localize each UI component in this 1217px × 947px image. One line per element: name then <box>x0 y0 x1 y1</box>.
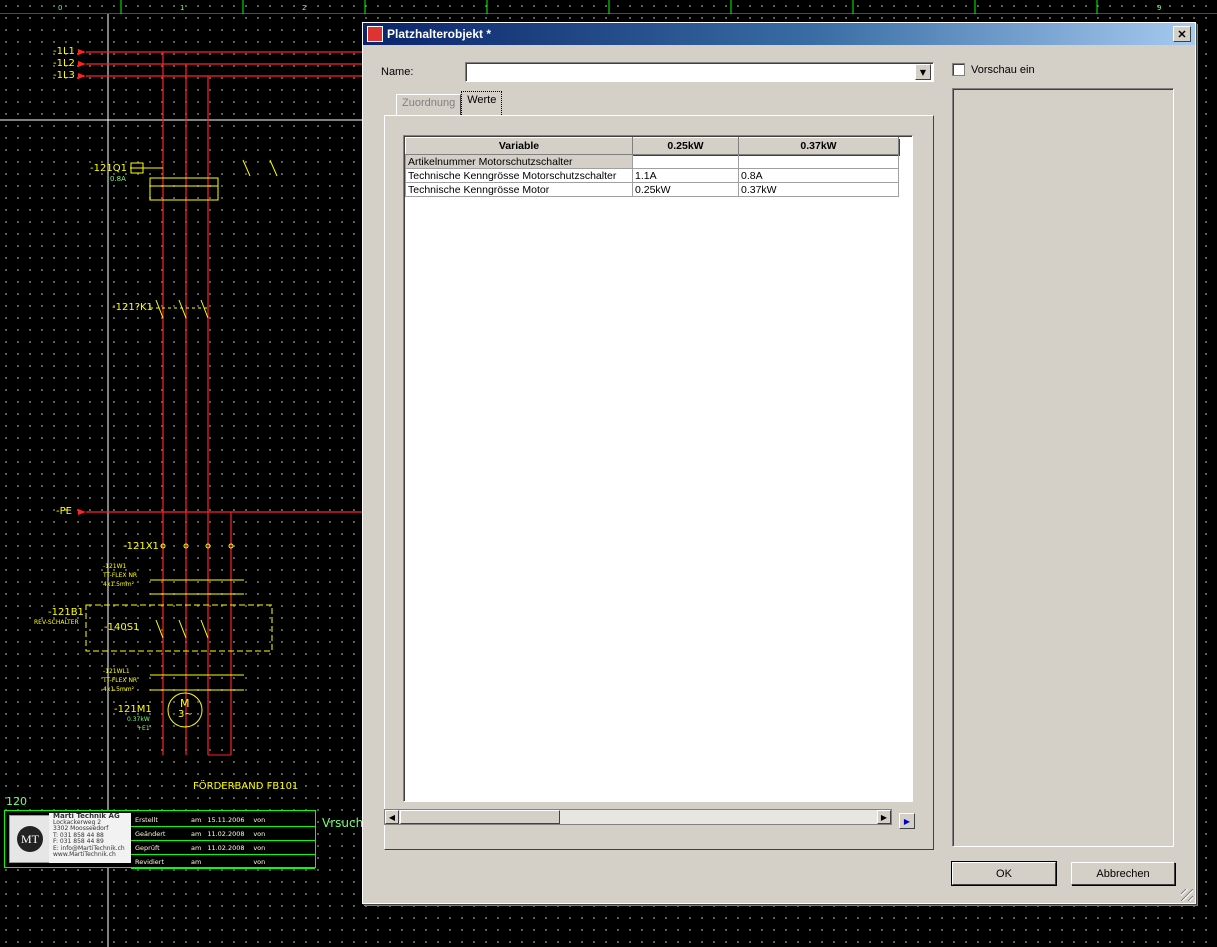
value-cell[interactable] <box>632 154 739 169</box>
app-icon <box>367 26 383 42</box>
m1-location: +E1' <box>137 725 152 732</box>
wl1-type: TT-FLEX NR <box>103 677 138 684</box>
close-button[interactable]: ✕ <box>1173 26 1191 42</box>
revision-table: Erstellt am 15.11.2006 von Geändert am 11.02.… <box>131 813 315 869</box>
column-header[interactable]: 0.37kW <box>738 137 899 155</box>
company-address: Marti Technik AG Lockackerweg 2 3302 Moo… <box>49 813 131 863</box>
tab-werte[interactable]: Werte <box>461 91 503 115</box>
revision-row: Revidiert am von <box>131 855 315 869</box>
value-cell[interactable] <box>738 154 899 169</box>
column-header[interactable]: 0.25kW <box>632 137 739 155</box>
page-reference: 120 <box>6 795 27 808</box>
value-cell[interactable]: 0.37kW <box>738 182 899 197</box>
values-grid[interactable]: Variable 0.25kW 0.37kW Artikelnummer Mot… <box>403 135 913 802</box>
company-logo: MT <box>9 815 51 863</box>
dialog-titlebar[interactable]: Platzhalterobjekt * ✕ <box>363 23 1195 45</box>
wl1-label: -121WL1 <box>103 668 130 675</box>
column-header[interactable]: Variable <box>405 137 633 155</box>
name-label: Name: <box>381 66 414 78</box>
k1-label: -121?K1 <box>112 302 153 313</box>
w1-type: TT-FLEX NR <box>103 572 138 579</box>
values-table: Variable 0.25kW 0.37kW Artikelnummer Mot… <box>405 137 899 197</box>
phase-label: -1L1 <box>53 46 75 57</box>
name-combobox[interactable]: ▼ <box>465 62 934 82</box>
checkbox-box[interactable] <box>952 63 965 76</box>
row-variable-cell[interactable]: Artikelnummer Motorschutzschalter <box>405 154 633 169</box>
drawing-caption: FÖRDERBAND FB101 <box>193 781 299 792</box>
q1-rating: 0.8A <box>110 175 126 183</box>
revision-row: Erstellt am 15.11.2006 von <box>131 813 315 827</box>
resize-grip-icon[interactable] <box>1181 889 1193 901</box>
phase-label: -1L3 <box>53 70 75 81</box>
next-arrow-icon[interactable]: ▶ <box>899 813 915 829</box>
wl1-section: 4x1.5mm² <box>103 686 135 693</box>
horizontal-scrollbar[interactable]: ◀ ▶ <box>384 809 892 825</box>
tab-panel-werte: Variable 0.25kW 0.37kW Artikelnummer Mot… <box>384 115 934 850</box>
ok-button[interactable]: OK <box>951 861 1057 886</box>
preview-checkbox[interactable]: Vorschau ein <box>952 63 1035 76</box>
preview-label: Vorschau ein <box>971 63 1035 76</box>
row-variable-cell[interactable]: Technische Kenngrösse Motor <box>405 182 633 197</box>
table-row: Technische Kenngrösse Motor 0.25kW 0.37k… <box>405 182 899 197</box>
table-row: Artikelnummer Motorschutzschalter <box>405 154 899 169</box>
motor-phase: 3~ <box>178 709 193 720</box>
scroll-right-icon[interactable]: ▶ <box>877 810 891 824</box>
b1-label: -121B1 <box>48 607 84 618</box>
table-row: Technische Kenngrösse Motorschutzschalte… <box>405 168 899 183</box>
chevron-down-icon[interactable]: ▼ <box>915 64 931 80</box>
pe-label: -PE <box>56 506 72 517</box>
value-cell[interactable]: 1.1A <box>632 168 739 183</box>
scroll-thumb[interactable] <box>400 810 560 824</box>
w1-label: -121W1 <box>103 563 127 570</box>
placeholder-object-dialog: Platzhalterobjekt * ✕ Name: ▼ Vorschau e… <box>362 22 1196 904</box>
revision-row: Geändert am 11.02.2008 von <box>131 827 315 841</box>
w1-section: 4x1.5mm² <box>103 581 135 588</box>
m1-label: -121M1 <box>114 704 152 715</box>
side-text: Vrsuch <box>322 816 364 830</box>
cancel-button[interactable]: Abbrechen <box>1071 862 1175 885</box>
phase-label: -1L2 <box>53 58 75 69</box>
value-cell[interactable]: 0.8A <box>738 168 899 183</box>
x1-label: -121X1 <box>123 541 159 552</box>
title-block: MT Marti Technik AG Lockackerweg 2 3302 … <box>4 810 316 869</box>
row-variable-cell[interactable]: Technische Kenngrösse Motorschutzschalte… <box>405 168 633 183</box>
tab-zuordnung[interactable]: Zuordnung <box>396 94 462 115</box>
s1-label: -140S1 <box>104 622 140 633</box>
preview-pane <box>952 88 1174 847</box>
q1-label: -121Q1 <box>90 163 127 174</box>
value-cell[interactable]: 0.25kW <box>632 182 739 197</box>
dialog-title: Platzhalterobjekt * <box>387 27 492 41</box>
tab-strip: Zuordnung Werte <box>396 91 503 115</box>
m1-power: 0.37kW <box>127 716 150 723</box>
scroll-left-icon[interactable]: ◀ <box>385 810 399 824</box>
b1-description: REV-SCHALTER <box>34 619 79 626</box>
revision-row: Geprüft am 11.02.2008 von <box>131 841 315 855</box>
